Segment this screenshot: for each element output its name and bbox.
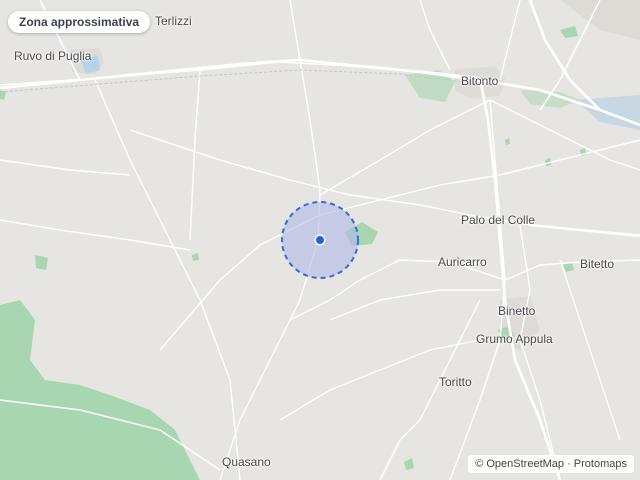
place-label-grumo-appula: Grumo Appula [476,332,553,346]
location-marker[interactable] [316,236,324,244]
place-label-bitetto: Bitetto [580,257,615,271]
place-label-palo-del-colle: Palo del Colle [461,213,536,227]
map-attribution[interactable]: © OpenStreetMap · Protomaps [468,455,634,473]
map-view[interactable]: Terlizzi Ruvo di Puglia Bitonto Palo del… [0,0,640,480]
place-label-auricarro: Auricarro [438,255,487,269]
place-label-bitonto: Bitonto [461,74,499,88]
place-label-terlizzi: Terlizzi [155,14,192,28]
approximate-area-badge: Zona approssimativa [8,11,151,33]
map-canvas[interactable] [0,0,640,480]
place-label-binetto: Binetto [498,304,536,318]
place-label-ruvo-di-puglia: Ruvo di Puglia [14,49,92,63]
place-label-toritto: Toritto [439,375,472,389]
place-label-quasano: Quasano [222,455,271,469]
